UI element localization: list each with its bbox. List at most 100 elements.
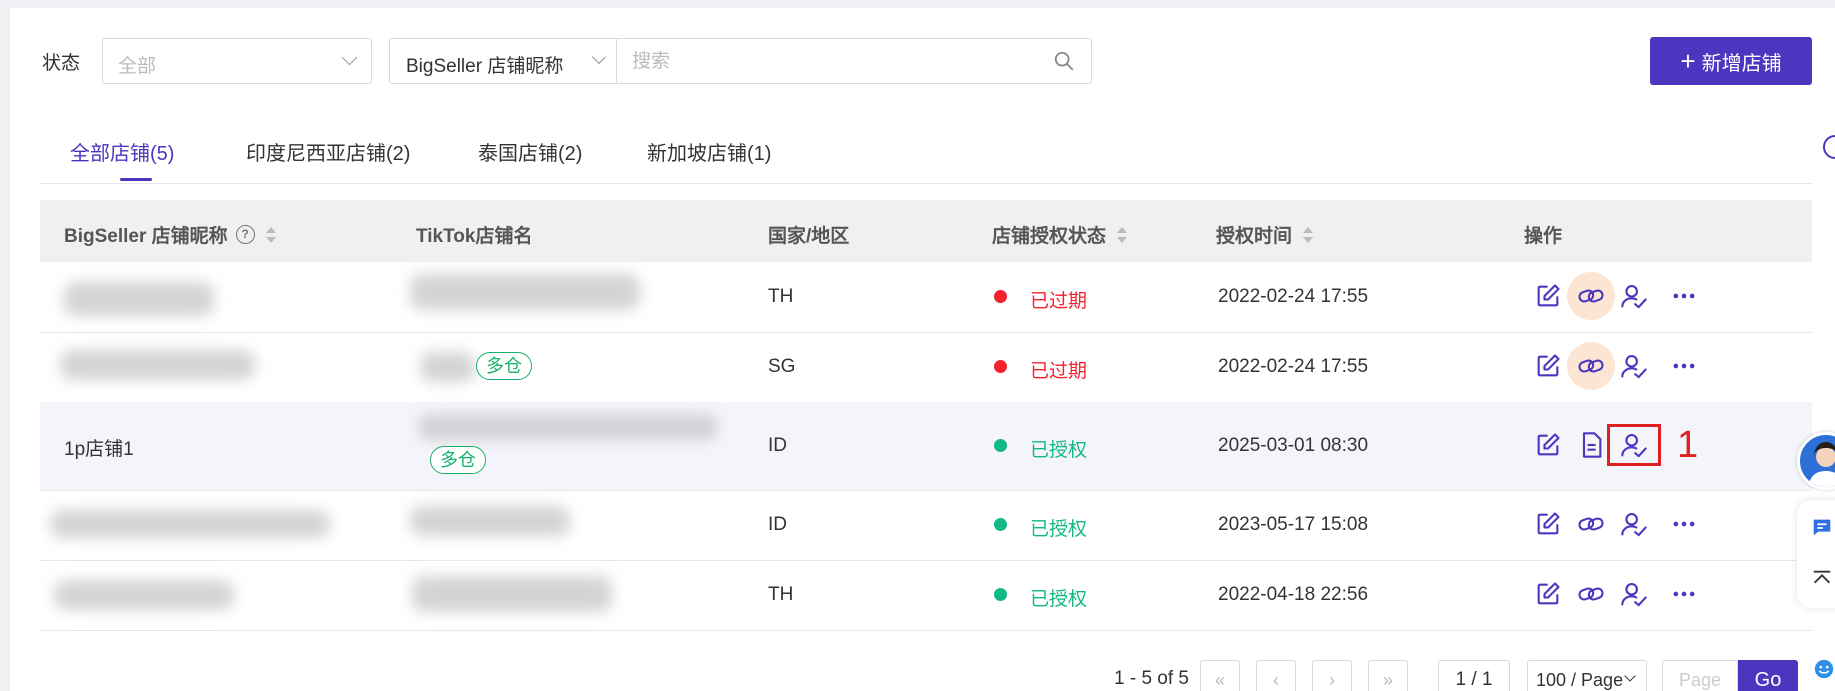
plus-icon: + xyxy=(1680,46,1696,76)
multi-warehouse-badge: 多仓 xyxy=(476,352,532,380)
country-value: ID xyxy=(768,435,787,456)
edit-icon[interactable] xyxy=(1534,282,1562,310)
tab-indonesia-stores[interactable]: 印度尼西亚店铺(2) xyxy=(246,137,410,166)
assistant-icon xyxy=(1813,658,1835,680)
annotation-number: 1 xyxy=(1677,424,1699,466)
store-list-card: 状态 全部 BigSeller 店铺昵称 + 新增店铺 全部店铺(5) 印度尼西… xyxy=(10,8,1835,691)
edit-icon[interactable] xyxy=(1534,580,1562,608)
auth-time-value: 2023-05-17 15:08 xyxy=(1218,514,1369,535)
chat-icon[interactable] xyxy=(1811,516,1833,538)
active-tab-indicator xyxy=(120,178,152,181)
column-country: 国家/地区 xyxy=(768,226,850,247)
blurred-tiktok-name xyxy=(418,414,718,440)
status-badge: 已授权 xyxy=(1030,440,1088,461)
store-tabs: 全部店铺(5) 印度尼西亚店铺(2) 泰国店铺(2) 新加坡店铺(1) xyxy=(40,113,1812,184)
annotation-box xyxy=(1607,424,1661,466)
column-nickname[interactable]: BigSeller 店铺昵称 ? xyxy=(64,221,276,248)
status-badge: 已过期 xyxy=(1030,361,1088,382)
column-auth-time-label: 授权时间 xyxy=(1216,226,1293,247)
column-auth-status[interactable]: 店铺授权状态 xyxy=(992,221,1128,248)
status-dot xyxy=(994,360,1007,373)
edit-icon[interactable] xyxy=(1534,352,1562,380)
country-value: SG xyxy=(768,356,796,377)
last-page-button[interactable]: » xyxy=(1368,660,1408,691)
link-icon[interactable] xyxy=(1577,352,1605,380)
tab-all-stores[interactable]: 全部店铺(5) xyxy=(70,137,174,166)
blurred-nickname xyxy=(50,510,330,538)
column-auth-time[interactable]: 授权时间 xyxy=(1216,221,1314,248)
status-dot xyxy=(994,290,1007,303)
pagination-total: 1 - 5 of 5 xyxy=(1114,668,1189,689)
go-button[interactable]: Go xyxy=(1738,660,1798,691)
link-icon[interactable] xyxy=(1577,580,1605,608)
country-value: TH xyxy=(768,286,794,307)
back-to-top-icon[interactable] xyxy=(1811,568,1833,590)
status-dot xyxy=(994,439,1007,452)
prev-page-button[interactable]: ‹ xyxy=(1256,660,1296,691)
table-row: ID 已授权 2023-05-17 15:08 xyxy=(40,490,1812,561)
auth-time-value: 2022-04-18 22:56 xyxy=(1218,584,1369,605)
tab-singapore-stores[interactable]: 新加坡店铺(1) xyxy=(647,137,771,166)
page-size-select[interactable]: 100 / Page xyxy=(1527,660,1647,691)
search-group: BigSeller 店铺昵称 xyxy=(389,38,1092,84)
edit-icon[interactable] xyxy=(1534,431,1562,459)
chevron-down-icon xyxy=(1624,670,1636,682)
help-icon[interactable]: ? xyxy=(235,225,255,244)
status-select[interactable]: 全部 xyxy=(102,38,372,84)
chevron-down-icon xyxy=(341,49,358,66)
search-type-select[interactable]: BigSeller 店铺昵称 xyxy=(390,39,617,83)
sort-icon[interactable] xyxy=(265,226,276,244)
search-type-value: BigSeller 店铺昵称 xyxy=(406,56,564,77)
auth-time-value: 2022-02-24 17:55 xyxy=(1218,356,1369,377)
table-row: 多仓 SG 已过期 2022-02-24 17:55 xyxy=(40,332,1812,403)
column-auth-status-label: 店铺授权状态 xyxy=(992,226,1107,247)
blurred-tiktok-name xyxy=(420,352,475,382)
table-row: 1p店铺1 多仓 ID 已授权 2025-03-01 08:30 1 xyxy=(40,402,1812,491)
blurred-nickname xyxy=(64,282,214,316)
blurred-nickname xyxy=(54,580,234,610)
user-check-icon[interactable] xyxy=(1620,510,1648,538)
tab-thailand-stores[interactable]: 泰国店铺(2) xyxy=(478,137,582,166)
link-icon[interactable] xyxy=(1577,282,1605,310)
more-icon[interactable] xyxy=(1670,352,1698,380)
sort-icon[interactable] xyxy=(1302,226,1314,244)
blurred-tiktok-name xyxy=(412,576,612,612)
status-select-value: 全部 xyxy=(118,56,157,77)
more-icon[interactable] xyxy=(1670,282,1698,310)
status-badge: 已过期 xyxy=(1030,291,1088,312)
column-nickname-label: BigSeller 店铺昵称 xyxy=(64,226,228,247)
next-page-button[interactable]: › xyxy=(1312,660,1352,691)
search-icon[interactable] xyxy=(1053,50,1075,72)
page-jump-input[interactable]: Page xyxy=(1662,660,1738,691)
status-filter-label: 状态 xyxy=(42,53,81,74)
status-dot xyxy=(994,588,1007,601)
chevron-down-icon xyxy=(591,49,607,65)
more-icon[interactable] xyxy=(1670,510,1698,538)
table-row: TH 已过期 2022-02-24 17:55 xyxy=(40,262,1812,333)
add-store-label: 新增店铺 xyxy=(1701,52,1782,75)
document-icon[interactable] xyxy=(1577,431,1605,459)
assistant-widget[interactable] xyxy=(1803,650,1835,690)
link-icon[interactable] xyxy=(1577,510,1605,538)
edit-icon[interactable] xyxy=(1534,510,1562,538)
user-check-icon[interactable] xyxy=(1620,282,1648,310)
search-input[interactable] xyxy=(630,48,1034,76)
side-tools-panel xyxy=(1797,500,1835,608)
more-icon[interactable] xyxy=(1670,580,1698,608)
country-value: TH xyxy=(768,584,794,605)
sort-icon[interactable] xyxy=(1116,226,1128,244)
current-page: 1 / 1 xyxy=(1438,660,1510,691)
column-actions: 操作 xyxy=(1524,226,1563,247)
status-badge: 已授权 xyxy=(1030,519,1088,540)
first-page-button[interactable]: « xyxy=(1200,660,1240,691)
add-store-button[interactable]: + 新增店铺 xyxy=(1650,37,1812,85)
user-check-icon[interactable] xyxy=(1620,352,1648,380)
multi-warehouse-badge: 多仓 xyxy=(430,446,486,474)
user-check-icon[interactable] xyxy=(1620,580,1648,608)
blurred-tiktok-name xyxy=(410,274,640,310)
column-tiktok-name: TikTok店铺名 xyxy=(416,226,533,247)
auth-time-value: 2022-02-24 17:55 xyxy=(1218,286,1369,307)
nickname-value: 1p店铺1 xyxy=(64,439,134,460)
blurred-nickname xyxy=(60,350,255,380)
blurred-tiktok-name xyxy=(410,506,570,536)
